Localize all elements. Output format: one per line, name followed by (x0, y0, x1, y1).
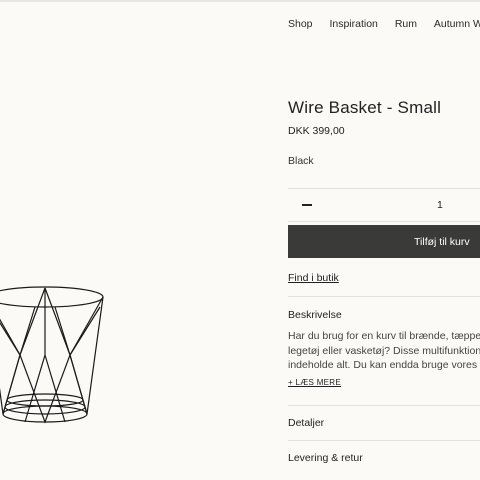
add-to-cart-label: Tilføj til kurv (414, 236, 470, 248)
main-nav: Shop Inspiration Rum Autumn Winter (288, 18, 480, 30)
description-line: Har du brug for en kurv til brænde, tæpp… (288, 330, 480, 342)
nav-item-autumn-winter[interactable]: Autumn Winter (434, 18, 480, 30)
divider (288, 405, 480, 406)
description-heading[interactable]: Beskrivelse (288, 309, 342, 321)
divider (288, 440, 480, 441)
product-image (0, 286, 104, 424)
description-line: legetøj eller vasketøj? Disse multifunkt… (288, 344, 480, 357)
description-line: indeholde alt. Du kan endda bruge vores … (288, 359, 480, 371)
product-price: DKK 399,00 (288, 125, 345, 137)
add-to-cart-button[interactable]: Tilføj til kurv (288, 225, 480, 258)
read-more-link[interactable]: + LÆS MERE (288, 378, 341, 387)
product-title: Wire Basket - Small (288, 98, 442, 117)
find-in-store-link[interactable]: Find i butik (288, 272, 339, 284)
top-border (0, 0, 480, 2)
nav-item-shop[interactable]: Shop (288, 18, 313, 30)
nav-item-inspiration[interactable]: Inspiration (329, 18, 377, 30)
minus-icon[interactable] (302, 204, 312, 206)
shipping-accordion[interactable]: Levering & retur (288, 452, 363, 464)
quantity-value[interactable]: 1 (437, 199, 443, 211)
details-accordion[interactable]: Detaljer (288, 417, 324, 429)
quantity-stepper: 1 (288, 188, 480, 222)
product-color: Black (288, 155, 314, 167)
nav-item-rum[interactable]: Rum (395, 18, 417, 30)
description-text: Har du brug for en kurv til brænde, tæpp… (288, 329, 480, 373)
divider (288, 296, 480, 297)
